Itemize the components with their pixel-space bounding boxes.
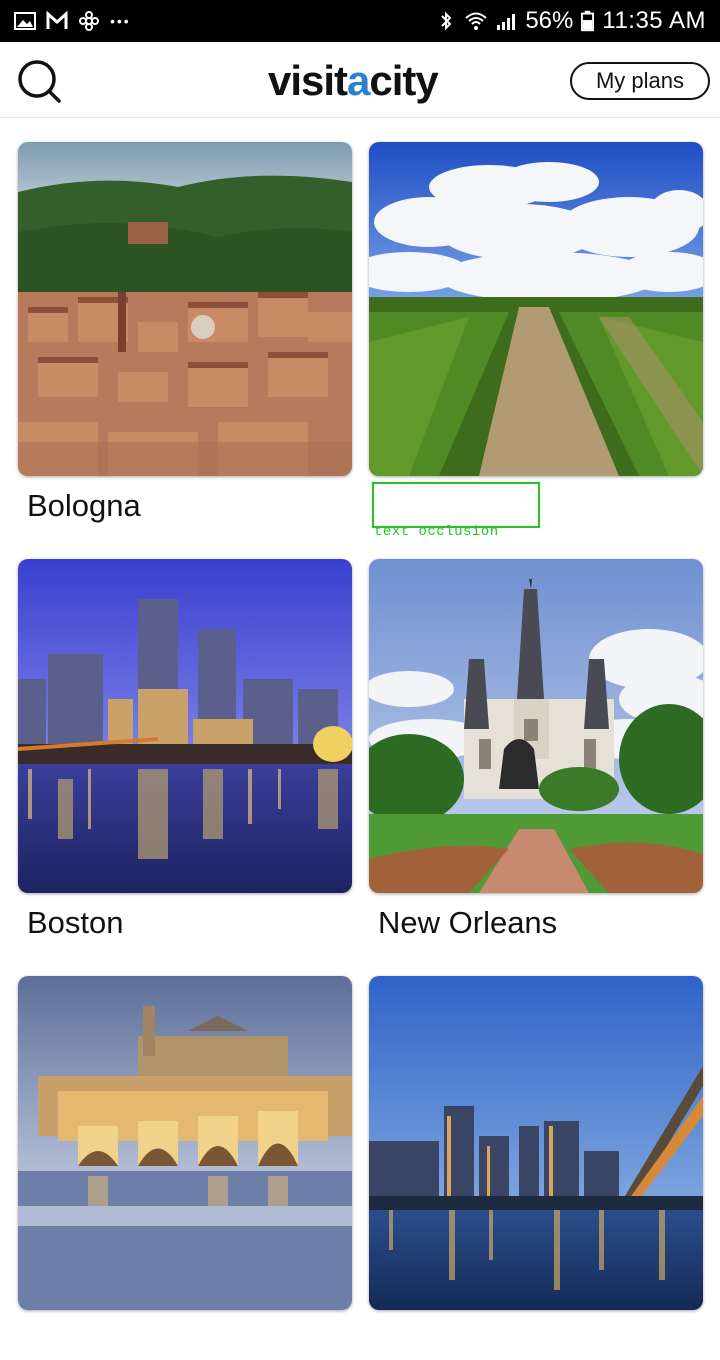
wifi-icon (465, 12, 487, 30)
city-image[interactable] (369, 976, 703, 1310)
city-photo (18, 976, 352, 1310)
city-photo (369, 559, 703, 893)
text-occlusion-label: text occlusion (374, 524, 499, 540)
city-photo (18, 142, 352, 476)
more-notifications-icon: ••• (110, 13, 131, 29)
system-icons: 56% 11:35 AM (435, 7, 706, 35)
city-card-bologna[interactable]: Bologna (18, 142, 352, 526)
my-plans-button[interactable]: My plans (570, 62, 710, 100)
city-name[interactable]: New Orleans (369, 903, 703, 943)
signal-icon (497, 14, 516, 30)
city-image[interactable] (18, 976, 352, 1310)
logo-text-visit: visit (268, 57, 348, 104)
city-photo (18, 559, 352, 893)
city-card-new-orleans[interactable]: New Orleans (369, 559, 703, 943)
city-image[interactable] (18, 142, 352, 476)
battery-icon (581, 10, 595, 32)
battery-percent: 56% (525, 7, 574, 34)
city-card-night-skyline[interactable] (369, 976, 703, 1360)
status-bar: ••• 56% 11:35 AM (0, 0, 720, 42)
clock: 11:35 AM (602, 7, 706, 34)
city-photo (369, 976, 703, 1310)
app-logo: visitacity (268, 57, 439, 104)
city-card-bridge-city[interactable] (18, 976, 352, 1360)
city-name[interactable] (18, 1320, 352, 1360)
search-icon[interactable] (16, 58, 62, 104)
city-name[interactable] (369, 1320, 703, 1360)
city-name[interactable]: Boston (18, 903, 352, 943)
gmail-icon (46, 11, 68, 29)
city-image[interactable] (369, 142, 703, 476)
city-image[interactable] (18, 559, 352, 893)
text-occlusion-box (372, 482, 540, 528)
city-card-boston[interactable]: Boston (18, 559, 352, 943)
logo-text-accent: a (347, 57, 370, 104)
city-image[interactable] (369, 559, 703, 893)
gallery-icon (14, 12, 36, 30)
city-photo (369, 142, 703, 476)
city-name[interactable]: Bologna (18, 486, 352, 526)
logo-text-city: city (369, 57, 438, 104)
pinwheel-icon (79, 11, 99, 31)
notification-icons: ••• (14, 11, 131, 31)
bluetooth-icon (441, 11, 452, 31)
app-header: visitacity My plans (0, 42, 720, 118)
city-card-vineyard[interactable] (369, 142, 703, 526)
